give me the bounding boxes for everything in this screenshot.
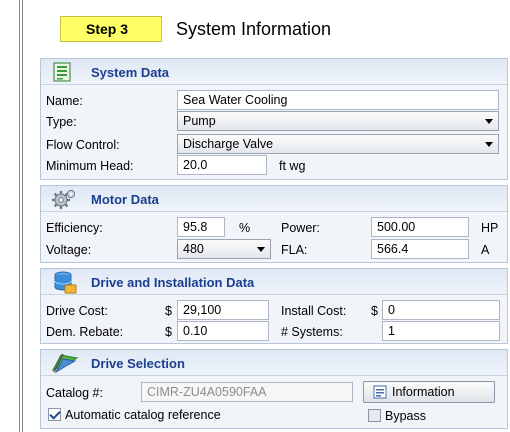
bypass-label: Bypass bbox=[385, 409, 426, 423]
power-label: Power: bbox=[281, 221, 320, 235]
automatic-catalog-checkbox[interactable] bbox=[48, 408, 61, 421]
power-field[interactable]: 500.00 bbox=[371, 217, 469, 237]
chevron-down-icon bbox=[485, 142, 493, 147]
chevron-down-icon bbox=[257, 247, 265, 252]
install-cost-field[interactable]: 0 bbox=[382, 300, 500, 320]
drive-selection-panel: Drive Selection Catalog #: CIMR-ZU4A0590… bbox=[40, 349, 508, 429]
page-title: System Information bbox=[176, 19, 332, 39]
motor-data-header: Motor Data bbox=[41, 186, 507, 212]
rebate-field[interactable]: 0.10 bbox=[177, 321, 269, 341]
efficiency-label: Efficiency: bbox=[46, 221, 103, 235]
systems-field[interactable]: 1 bbox=[382, 321, 500, 341]
flow-control-label: Flow Control: bbox=[46, 138, 120, 152]
name-label: Name: bbox=[46, 94, 83, 108]
drive-install-title: Drive and Installation Data bbox=[91, 275, 255, 290]
drive-cost-label: Drive Cost: bbox=[46, 304, 108, 318]
type-select[interactable]: Pump bbox=[177, 111, 499, 131]
flow-control-select[interactable]: Discharge Valve bbox=[177, 134, 499, 154]
minimum-head-label: Minimum Head: bbox=[46, 159, 134, 173]
motor-data-panel: Motor Data Efficiency: 95.8 % Power: 500… bbox=[40, 185, 508, 263]
drive-selection-title: Drive Selection bbox=[91, 356, 185, 371]
drive-selection-header: Drive Selection bbox=[41, 350, 507, 376]
voltage-select[interactable]: 480 bbox=[177, 239, 271, 259]
rebate-label: Dem. Rebate: bbox=[46, 325, 124, 339]
systems-label: # Systems: bbox=[281, 325, 343, 339]
system-data-title: System Data bbox=[91, 65, 170, 80]
window-edge-left bbox=[19, 0, 20, 432]
step-badge: Step 3 bbox=[60, 16, 162, 42]
bypass-checkbox[interactable] bbox=[368, 409, 381, 422]
efficiency-unit: % bbox=[239, 221, 251, 235]
voltage-label: Voltage: bbox=[46, 243, 92, 257]
rebate-currency: $ bbox=[165, 325, 172, 339]
minimum-head-unit: ft wg bbox=[279, 159, 306, 173]
drive-install-header: Drive and Installation Data bbox=[41, 269, 507, 295]
flow-control-select-value: Discharge Valve bbox=[183, 137, 274, 151]
information-button-label: Information bbox=[392, 385, 455, 399]
install-cost-currency: $ bbox=[371, 304, 378, 318]
drive-install-panel: Drive and Installation Data Drive Cost: … bbox=[40, 268, 508, 344]
motor-data-title: Motor Data bbox=[91, 192, 159, 207]
name-field[interactable]: Sea Water Cooling bbox=[177, 90, 499, 110]
info-document-icon bbox=[373, 385, 387, 399]
drive-cost-currency: $ bbox=[165, 304, 172, 318]
fla-label: FLA: bbox=[281, 243, 308, 257]
drive-cost-field[interactable]: 29,100 bbox=[177, 300, 269, 320]
database-icon bbox=[54, 271, 77, 294]
system-data-header: System Data bbox=[41, 59, 507, 85]
catalog-label: Catalog #: bbox=[46, 386, 103, 400]
voltage-select-value: 480 bbox=[183, 242, 204, 256]
flag-arrows-icon bbox=[51, 353, 79, 374]
document-list-icon bbox=[53, 62, 71, 82]
gear-icon bbox=[52, 189, 76, 209]
type-select-value: Pump bbox=[183, 114, 216, 128]
install-cost-label: Install Cost: bbox=[281, 304, 347, 318]
automatic-catalog-label: Automatic catalog reference bbox=[65, 408, 221, 422]
chevron-down-icon bbox=[485, 119, 493, 124]
system-data-panel: System Data Name: Sea Water Cooling Type… bbox=[40, 58, 508, 180]
fla-field[interactable]: 566.4 bbox=[371, 239, 469, 259]
type-label: Type: bbox=[46, 115, 77, 129]
fla-unit: A bbox=[481, 243, 490, 257]
catalog-field[interactable]: CIMR-ZU4A0590FAA bbox=[141, 382, 353, 402]
minimum-head-field[interactable]: 20.0 bbox=[177, 155, 267, 175]
power-unit: HP bbox=[481, 221, 499, 235]
efficiency-field[interactable]: 95.8 bbox=[177, 217, 225, 237]
information-button[interactable]: Information bbox=[363, 381, 495, 403]
window-edge-left-inner bbox=[22, 0, 23, 432]
